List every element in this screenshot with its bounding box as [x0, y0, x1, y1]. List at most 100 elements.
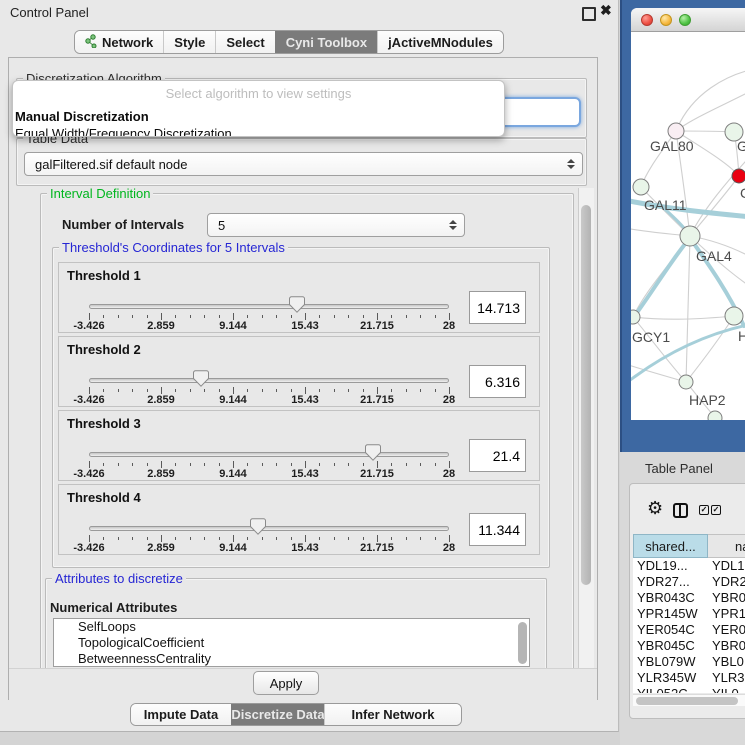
panel-scrollbar[interactable] — [578, 188, 594, 668]
minimize-traffic-light-icon[interactable] — [660, 14, 672, 26]
table-row[interactable]: YLR345WYLR3 — [633, 670, 745, 686]
tick-label: 2.859 — [147, 320, 175, 332]
tick-label: 2.859 — [147, 542, 175, 554]
network-edge[interactable] — [686, 316, 734, 382]
network-edge[interactable] — [690, 176, 739, 236]
threshold-slider-track[interactable] — [89, 304, 449, 309]
zoom-traffic-light-icon[interactable] — [679, 14, 691, 26]
tick-mark — [204, 389, 205, 392]
threshold-slider-track[interactable] — [89, 526, 449, 531]
table-rows: YDL19...YDL1YDR27...YDR2YBR043CYBR0YPR14… — [633, 558, 745, 693]
table-row[interactable]: YBR045CYBR0 — [633, 638, 745, 654]
threshold-slider-handle[interactable] — [365, 444, 381, 461]
network-node[interactable] — [725, 307, 743, 325]
network-node[interactable] — [631, 310, 640, 324]
column-layout-icon[interactable] — [673, 503, 688, 518]
tick-label: 9.144 — [219, 542, 247, 554]
tick-mark — [262, 389, 263, 392]
number-of-intervals-combobox[interactable]: 5 — [207, 213, 465, 237]
network-window-titlebar[interactable] — [631, 8, 745, 32]
cell-shared-name: YDR27... — [633, 574, 708, 590]
close-icon[interactable]: ✖ — [600, 2, 612, 19]
table-row[interactable]: YDL19...YDL1 — [633, 558, 745, 574]
table-row[interactable]: YER054CYER0 — [633, 622, 745, 638]
tick-mark — [420, 463, 421, 466]
cell-name: YBL0 — [708, 654, 745, 670]
table-row[interactable]: YBL079WYBL0 — [633, 654, 745, 670]
tick-label: -3.426 — [73, 468, 104, 480]
tick-mark — [348, 463, 349, 466]
network-edge[interactable] — [686, 236, 690, 382]
apply-button[interactable]: Apply — [253, 671, 319, 695]
tick-mark — [377, 461, 378, 468]
network-node-label: GAL4 — [696, 248, 732, 264]
gear-icon[interactable]: ⚙ — [647, 499, 663, 517]
table-data-selected-value: galFiltered.sif default node — [35, 157, 187, 172]
tick-mark — [334, 389, 335, 392]
network-canvas[interactable]: GAL80GCGAL11GAL4GCY1HHAP2 — [631, 32, 745, 420]
network-node[interactable] — [633, 179, 649, 195]
attribute-list-item[interactable]: SelfLoops — [54, 619, 529, 635]
top-tab-bar: Network Style Select Cyni Toolbox jActiv… — [74, 30, 504, 54]
network-node[interactable] — [732, 169, 745, 183]
attributes-list-scrollbar[interactable] — [518, 622, 527, 664]
tick-mark — [161, 313, 162, 320]
float-window-icon[interactable] — [582, 7, 596, 21]
threshold-value-field[interactable]: 21.4 — [469, 439, 526, 472]
dropdown-placeholder-item[interactable]: Select algorithm to view settings — [13, 81, 504, 108]
table-row[interactable]: YIL052CYIL0 — [633, 686, 745, 693]
tab-select[interactable]: Select — [215, 31, 274, 53]
tick-label: 15.43 — [291, 542, 319, 554]
tick-mark — [449, 387, 450, 394]
tab-style[interactable]: Style — [163, 31, 215, 53]
table-row[interactable]: YPR145WYPR1 — [633, 606, 745, 622]
network-node[interactable] — [680, 226, 700, 246]
tab-infer-network[interactable]: Infer Network — [324, 704, 461, 725]
close-traffic-light-icon[interactable] — [641, 14, 653, 26]
tab-cyni-toolbox[interactable]: Cyni Toolbox — [275, 31, 377, 53]
tab-discretize-data[interactable]: Discretize Data — [231, 704, 324, 725]
dropdown-item-equal-width-frequency[interactable]: Equal Width/Frequency Discretization — [13, 125, 504, 137]
network-node[interactable] — [708, 411, 722, 420]
tick-mark — [175, 537, 176, 540]
tick-mark — [391, 315, 392, 318]
threshold-slider-handle[interactable] — [289, 296, 305, 313]
checkbox-icon[interactable]: ✓ — [711, 505, 721, 515]
network-edge[interactable] — [633, 316, 734, 319]
network-node[interactable] — [668, 123, 684, 139]
threshold-value-field[interactable]: 11.344 — [469, 513, 526, 546]
network-node-label: HAP2 — [689, 392, 726, 408]
threshold-slider-track[interactable] — [89, 452, 449, 457]
slider-tick-labels: -3.4262.8599.14415.4321.71528 — [89, 394, 449, 406]
column-header-shared-name[interactable]: shared... — [633, 534, 708, 558]
table-row[interactable]: YBR043CYBR0 — [633, 590, 745, 606]
numerical-attributes-list[interactable]: SelfLoopsTopologicalCoefficientBetweenne… — [53, 618, 530, 667]
dropdown-item-manual-discretization[interactable]: Manual Discretization — [13, 108, 504, 125]
table-data-combobox[interactable]: galFiltered.sif default node — [24, 152, 583, 176]
tick-label: 28 — [443, 394, 455, 406]
tab-impute-data[interactable]: Impute Data — [131, 704, 231, 725]
algorithm-combobox[interactable] — [497, 97, 581, 127]
table-horizontal-scrollbar[interactable] — [633, 694, 745, 706]
attribute-list-item[interactable]: BetweennessCentrality — [54, 651, 529, 667]
algorithm-dropdown-popup: Select algorithm to view settings Manual… — [12, 80, 505, 137]
column-header-name[interactable]: na — [708, 534, 745, 558]
group-title: Threshold's Coordinates for 5 Intervals — [59, 240, 288, 255]
table-row[interactable]: YDR27...YDR2 — [633, 574, 745, 590]
checkbox-icon[interactable]: ✓ — [699, 505, 709, 515]
threshold-slider-handle[interactable] — [250, 518, 266, 535]
panel-scrollbar-thumb[interactable] — [581, 205, 591, 585]
threshold-slider-track[interactable] — [89, 378, 449, 383]
network-icon — [85, 34, 97, 51]
tick-mark — [391, 537, 392, 540]
threshold-slider-handle[interactable] — [193, 370, 209, 387]
network-edge[interactable] — [690, 150, 745, 236]
tab-jactivemnodules[interactable]: jActiveMNodules — [377, 31, 503, 53]
network-node[interactable] — [679, 375, 693, 389]
tab-network[interactable]: Network — [75, 31, 163, 53]
table-hscrollbar-thumb[interactable] — [636, 697, 738, 705]
attribute-list-item[interactable]: TopologicalCoefficient — [54, 635, 529, 651]
threshold-value-field[interactable]: 14.713 — [469, 291, 526, 324]
tick-mark — [319, 389, 320, 392]
threshold-value-field[interactable]: 6.316 — [469, 365, 526, 398]
